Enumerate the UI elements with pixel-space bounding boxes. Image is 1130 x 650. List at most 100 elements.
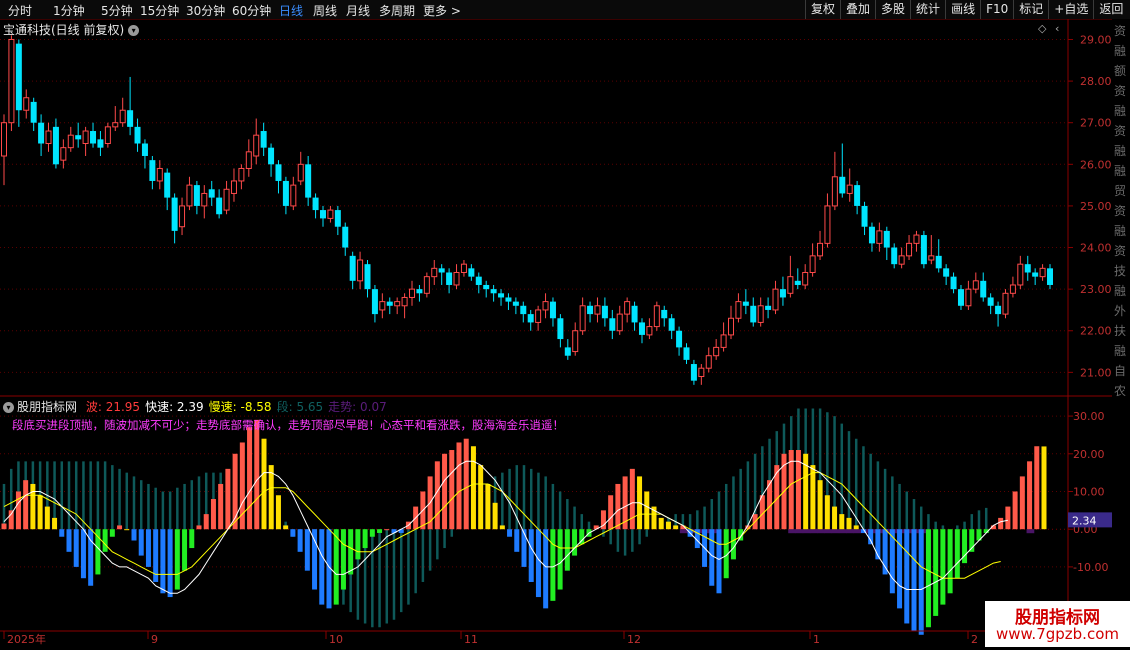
wave-bar — [1027, 461, 1033, 530]
candle-body — [1002, 292, 1009, 315]
period-tab-daily[interactable]: 日线 — [279, 2, 303, 19]
indicator-value-label: 慢速: — [208, 400, 237, 414]
candle-body — [638, 322, 645, 335]
wave-bar — [463, 438, 469, 530]
period-tab-weekly[interactable]: 周线 — [313, 2, 337, 19]
candle-body — [238, 167, 245, 182]
wave-bar — [1005, 506, 1011, 530]
candle-body — [698, 367, 705, 378]
wave-bar — [550, 529, 556, 601]
wave-bar — [810, 465, 816, 530]
wave-bar — [933, 529, 939, 616]
candle-body — [431, 267, 438, 278]
candle-body — [82, 130, 89, 145]
more-periods-button[interactable]: 更多 > — [423, 2, 461, 19]
candle-body — [156, 167, 163, 182]
candle-body — [824, 205, 831, 244]
wave-bar — [998, 517, 1004, 530]
wave-bar — [23, 480, 29, 530]
indicator-value-label: 快速: — [145, 400, 174, 414]
trend-bar — [831, 529, 840, 534]
right-strip-char: 融 — [1114, 284, 1127, 298]
wave-bar — [434, 461, 440, 530]
candle-body — [802, 271, 809, 286]
candle-body — [97, 139, 104, 148]
period-tab-monthly[interactable]: 月线 — [346, 2, 370, 19]
wave-bar — [66, 529, 72, 552]
wave-bar — [528, 529, 534, 582]
wave-bar — [145, 529, 151, 567]
wave-bar — [644, 491, 650, 530]
wave-bar — [384, 529, 390, 531]
wave-bar — [333, 529, 339, 605]
candle-body — [609, 318, 616, 331]
candle-body — [653, 305, 660, 328]
candle-body — [401, 296, 408, 307]
candle-body — [1, 122, 7, 157]
trend-bar — [824, 529, 833, 534]
overlay-button[interactable]: 叠加 — [840, 0, 875, 19]
right-strip-char: 资 — [1114, 244, 1127, 258]
stock-chart[interactable]: 29.00 28.00 27.00 26.00 25.00 24.00 23.00 22.00… — [0, 19, 1112, 650]
wave-bar — [160, 529, 166, 594]
add-watchlist-button[interactable]: +自选 — [1048, 0, 1093, 19]
candle-body — [305, 164, 312, 198]
wave-bar — [275, 495, 281, 530]
multi-stock-button[interactable]: 多股 — [875, 0, 910, 19]
period-tab-5min[interactable]: 5分钟 — [101, 2, 133, 19]
candle-body — [1039, 267, 1046, 278]
wave-bar — [572, 529, 578, 556]
trend-bar — [809, 529, 818, 534]
wave-bar — [1012, 491, 1018, 530]
period-tab-intraday[interactable]: 分时 — [8, 2, 32, 19]
candle-body — [327, 209, 334, 219]
time-tick-label: 11 — [464, 633, 478, 646]
indicator-value-label: 波: — [85, 400, 102, 414]
candle-body — [527, 314, 534, 323]
f10-button[interactable]: F10 — [980, 0, 1013, 19]
wave-bar — [716, 529, 722, 594]
wave-bar — [442, 453, 448, 530]
candle-body — [572, 330, 579, 353]
wave-bar — [925, 529, 931, 628]
wave-bar — [665, 521, 671, 530]
right-strip-char: 扶 — [1114, 324, 1127, 338]
candle-body — [928, 255, 935, 261]
wave-bar — [312, 529, 318, 590]
draw-line-button[interactable]: 画线 — [945, 0, 980, 19]
adjust-price-button[interactable]: 复权 — [805, 0, 840, 19]
right-strip-char: 融 — [1114, 164, 1127, 178]
candle-body — [201, 192, 208, 207]
indicator-tick-label: 10.00 — [1073, 485, 1105, 498]
candle-body — [141, 143, 148, 156]
candle-body — [386, 301, 393, 306]
statistics-button[interactable]: 统计 — [910, 0, 945, 19]
period-toolbar: 分时 1分钟 5分钟 15分钟 30分钟 60分钟 日线 周线 月线 多周期 更… — [0, 0, 1130, 20]
period-tab-30min[interactable]: 30分钟 — [186, 2, 225, 19]
wave-bar — [940, 529, 946, 605]
wave-bar — [1, 523, 7, 530]
wave-bar — [564, 529, 570, 571]
candle-body — [67, 134, 74, 149]
candle-body — [245, 151, 252, 169]
candle-body — [171, 197, 178, 231]
mark-button[interactable]: 标记 — [1013, 0, 1048, 19]
wave-bar — [514, 529, 520, 552]
wave-bar — [1034, 446, 1040, 530]
period-tab-60min[interactable]: 60分钟 — [232, 2, 271, 19]
back-button[interactable]: 返回 — [1093, 0, 1128, 19]
candle-body — [765, 305, 772, 310]
period-tab-1min[interactable]: 1分钟 — [53, 2, 85, 19]
candle-body — [438, 268, 445, 273]
period-tab-15min[interactable]: 15分钟 — [140, 2, 179, 19]
period-tab-multi[interactable]: 多周期 — [379, 2, 415, 19]
indicator-name[interactable]: 股朋指标网 — [17, 400, 77, 414]
right-strip-char: 融 — [1114, 344, 1127, 358]
wave-bar — [824, 495, 830, 530]
wave-bar — [868, 529, 874, 545]
candle-body — [23, 97, 30, 111]
candle-body — [735, 301, 742, 319]
candle-body — [290, 184, 297, 207]
price-tick-label: 29.00 — [1080, 33, 1112, 46]
chevron-down-icon[interactable]: ▾ — [3, 402, 14, 413]
